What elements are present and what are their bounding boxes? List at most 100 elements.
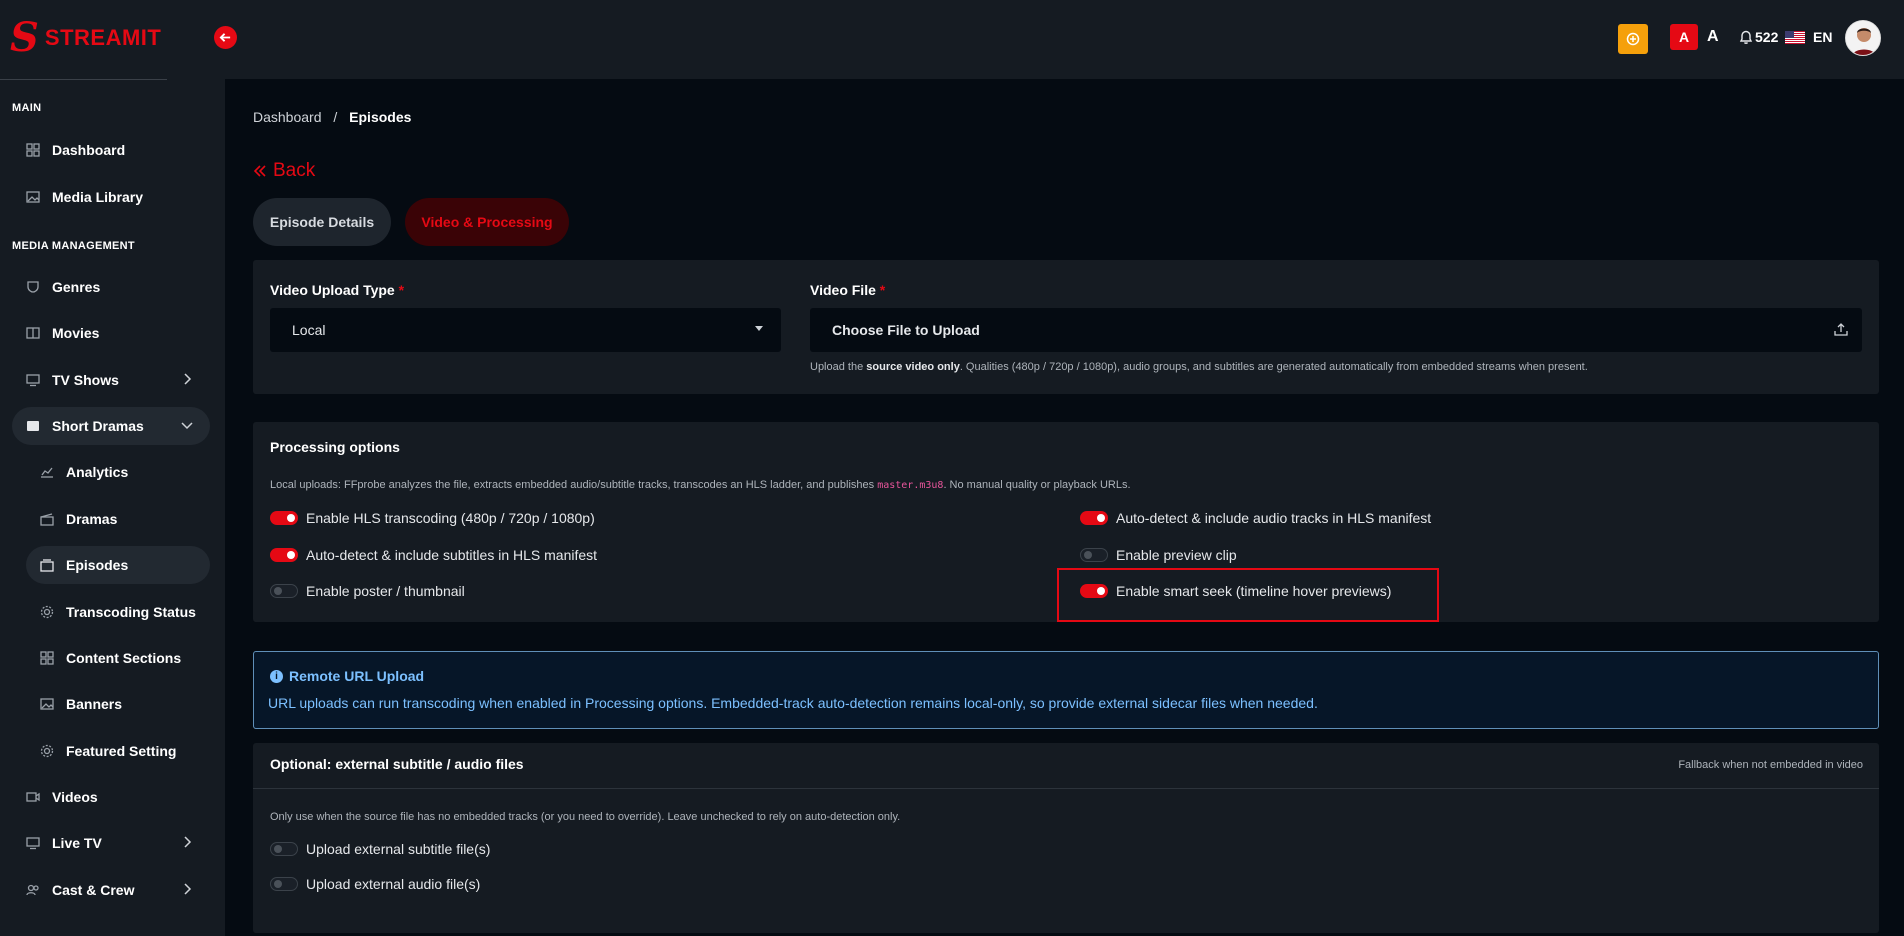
sidebar-item-videos[interactable]: Videos bbox=[12, 778, 210, 816]
sidebar-item-label: Videos bbox=[52, 789, 98, 805]
remote-upload-info: i Remote URL Upload URL uploads can run … bbox=[253, 651, 1879, 729]
sidebar-item-featured-setting[interactable]: Featured Setting bbox=[26, 732, 210, 770]
gear-icon bbox=[40, 744, 54, 758]
toggle-switch[interactable] bbox=[1080, 511, 1108, 525]
sidebar-item-media-library[interactable]: Media Library bbox=[12, 178, 210, 216]
brand-logo[interactable]: S STREAMIT bbox=[10, 18, 161, 58]
notification-count: 522 bbox=[1755, 29, 1779, 45]
drama-icon bbox=[26, 419, 40, 433]
image-icon bbox=[40, 697, 54, 711]
toggle-switch[interactable] bbox=[1080, 548, 1108, 562]
toggle-label: Enable preview clip bbox=[1116, 547, 1237, 563]
sidebar-item-label: Content Sections bbox=[66, 650, 182, 666]
font-size-decrease-button[interactable]: A bbox=[1670, 24, 1698, 50]
gear-icon bbox=[40, 605, 54, 619]
gift-icon bbox=[1626, 32, 1640, 46]
sidebar-collapse-button[interactable] bbox=[214, 26, 237, 49]
divider bbox=[0, 79, 167, 80]
grid-icon bbox=[26, 143, 40, 157]
film-icon bbox=[26, 326, 40, 340]
sidebar-item-label: Analytics bbox=[66, 464, 129, 480]
required-mark: * bbox=[398, 282, 405, 298]
toggle-switch[interactable] bbox=[270, 511, 298, 525]
sidebar-item-episodes[interactable]: Episodes bbox=[26, 546, 210, 584]
info-icon: i bbox=[270, 669, 283, 683]
sidebar-item-label: Dashboard bbox=[52, 142, 126, 158]
chevron-down-icon bbox=[181, 422, 193, 430]
external-files-card: Optional: external subtitle / audio file… bbox=[253, 743, 1879, 933]
sidebar-item-label: Genres bbox=[52, 279, 101, 295]
sidebar-item-label: Cast & Crew bbox=[52, 882, 135, 898]
video-file-label-text: Video File bbox=[810, 282, 876, 298]
sidebar-item-transcoding-status[interactable]: Transcoding Status bbox=[26, 593, 210, 631]
breadcrumb-separator: / bbox=[333, 109, 338, 125]
us-flag-icon[interactable] bbox=[1785, 31, 1805, 44]
info-title-text: Remote URL Upload bbox=[289, 668, 425, 684]
toggle-external-subtitle[interactable]: Upload external subtitle file(s) bbox=[270, 841, 490, 857]
toggle-switch[interactable] bbox=[270, 548, 298, 562]
upload-type-label: Video Upload Type * bbox=[270, 282, 404, 298]
info-title: i Remote URL Upload bbox=[270, 668, 424, 684]
tv-icon bbox=[26, 836, 40, 850]
section-title-main: MAIN bbox=[12, 102, 42, 114]
double-chevron-left-icon bbox=[253, 165, 266, 177]
toggle-audio-manifest[interactable]: Auto-detect & include audio tracks in HL… bbox=[1080, 510, 1431, 526]
highlight-box bbox=[1057, 568, 1439, 622]
back-link[interactable]: Back bbox=[253, 160, 315, 182]
sidebar: S STREAMIT MAIN Dashboard Media Library … bbox=[0, 0, 225, 936]
sidebar-item-live-tv[interactable]: Live TV bbox=[12, 824, 210, 862]
toggle-preview-clip[interactable]: Enable preview clip bbox=[1080, 547, 1237, 563]
chevron-right-icon bbox=[184, 883, 192, 895]
sidebar-item-genres[interactable]: Genres bbox=[12, 268, 210, 306]
toggle-label: Enable HLS transcoding (480p / 720p / 10… bbox=[306, 510, 595, 526]
sidebar-item-banners[interactable]: Banners bbox=[26, 685, 210, 723]
processing-desc-post: . No manual quality or playback URLs. bbox=[943, 479, 1131, 491]
processing-desc-pre: Local uploads: FFprobe analyzes the file… bbox=[270, 479, 875, 491]
chevron-right-icon bbox=[184, 836, 192, 848]
processing-title: Processing options bbox=[270, 439, 400, 455]
bell-icon[interactable] bbox=[1738, 29, 1754, 45]
sidebar-item-dramas[interactable]: Dramas bbox=[26, 500, 210, 538]
sidebar-item-tv-shows[interactable]: TV Shows bbox=[12, 361, 210, 399]
toggle-subtitles-manifest[interactable]: Auto-detect & include subtitles in HLS m… bbox=[270, 547, 597, 563]
tab-episode-details[interactable]: Episode Details bbox=[253, 198, 391, 246]
sidebar-item-analytics[interactable]: Analytics bbox=[26, 453, 210, 491]
toggle-hls-transcoding[interactable]: Enable HLS transcoding (480p / 720p / 10… bbox=[270, 510, 595, 526]
toggle-external-audio[interactable]: Upload external audio file(s) bbox=[270, 876, 480, 892]
back-label: Back bbox=[273, 160, 316, 181]
breadcrumb: Dashboard / Episodes bbox=[253, 109, 411, 125]
upload-hint-pre: Upload the bbox=[810, 361, 864, 373]
avatar[interactable] bbox=[1845, 20, 1881, 56]
video-camera-icon bbox=[26, 790, 40, 804]
upload-hint: Upload the source video only. Qualities … bbox=[810, 361, 1588, 373]
chevron-right-icon bbox=[184, 373, 192, 385]
info-text: URL uploads can run transcoding when ena… bbox=[268, 695, 1318, 711]
sidebar-item-movies[interactable]: Movies bbox=[12, 314, 210, 352]
font-size-increase-button[interactable]: A bbox=[1707, 28, 1719, 46]
toggle-switch[interactable] bbox=[270, 877, 298, 891]
clapper-icon bbox=[40, 512, 54, 526]
upload-icon bbox=[1834, 323, 1848, 336]
toggle-label: Auto-detect & include audio tracks in HL… bbox=[1116, 510, 1432, 526]
breadcrumb-root[interactable]: Dashboard bbox=[253, 109, 322, 125]
sidebar-item-content-sections[interactable]: Content Sections bbox=[26, 639, 210, 677]
upload-type-value: Local bbox=[292, 322, 326, 338]
external-title: Optional: external subtitle / audio file… bbox=[270, 756, 524, 772]
sidebar-item-cast-crew[interactable]: Cast & Crew bbox=[12, 871, 210, 909]
gift-button[interactable] bbox=[1618, 24, 1648, 54]
sidebar-item-dashboard[interactable]: Dashboard bbox=[12, 131, 210, 169]
toggle-switch[interactable] bbox=[270, 842, 298, 856]
tab-video-processing[interactable]: Video & Processing bbox=[405, 198, 569, 246]
toggle-poster-thumbnail[interactable]: Enable poster / thumbnail bbox=[270, 583, 465, 599]
video-file-input[interactable]: Choose File to Upload bbox=[810, 308, 1862, 352]
sidebar-item-label: Featured Setting bbox=[66, 743, 177, 759]
toggle-label: Auto-detect & include subtitles in HLS m… bbox=[306, 547, 598, 563]
toggle-switch[interactable] bbox=[270, 584, 298, 598]
section-title-media-management: MEDIA MANAGEMENT bbox=[12, 240, 135, 252]
upload-type-select[interactable]: Local bbox=[270, 308, 781, 352]
mask-icon bbox=[26, 280, 40, 294]
language-selector[interactable]: EN bbox=[1813, 29, 1832, 45]
sidebar-item-short-dramas[interactable]: Short Dramas bbox=[12, 407, 210, 445]
sidebar-item-label: Movies bbox=[52, 325, 100, 341]
external-right-note: Fallback when not embedded in video bbox=[1678, 759, 1863, 771]
